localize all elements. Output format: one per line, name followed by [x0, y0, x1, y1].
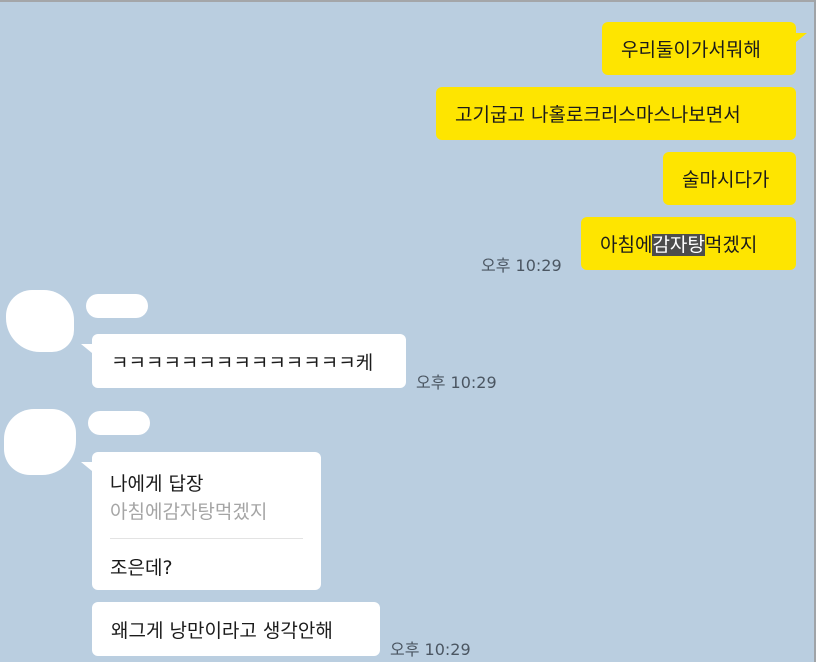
sender-name-redacted	[88, 411, 150, 435]
bubble-tail	[81, 344, 92, 353]
message-timestamp: 오후 10:29	[390, 640, 471, 659]
message-text: 술마시다가	[682, 169, 770, 191]
reply-divider	[110, 538, 303, 539]
bubble-tail	[81, 462, 92, 471]
message-text: ㅋㅋㅋㅋㅋㅋㅋㅋㅋㅋㅋㅋㅋㅋ케	[111, 351, 374, 374]
message-text: 조은데?	[110, 557, 173, 579]
received-message-bubble[interactable]: ㅋㅋㅋㅋㅋㅋㅋㅋㅋㅋㅋㅋㅋㅋ케	[92, 334, 406, 388]
message-text: 고기굽고 나홀로크리스마스나보면서	[455, 104, 741, 126]
sent-message-bubble[interactable]: 술마시다가	[663, 152, 796, 205]
reply-header: 나에게 답장	[110, 473, 204, 495]
quoted-message[interactable]: 아침에감자탕먹겠지	[110, 497, 267, 524]
avatar[interactable]	[6, 290, 74, 352]
sender-name-redacted	[86, 294, 148, 318]
bubble-tail	[796, 33, 807, 42]
message-text: 왜그게 낭만이라고 생각안해	[111, 619, 333, 642]
window-top-border	[0, 0, 816, 2]
message-timestamp: 오후 10:29	[416, 373, 497, 392]
sent-message-bubble[interactable]: 우리둘이가서뭐해	[602, 22, 796, 75]
received-message-bubble[interactable]: 왜그게 낭만이라고 생각안해	[92, 602, 380, 656]
message-text: 우리둘이가서뭐해	[621, 39, 761, 61]
message-timestamp: 오후 10:29	[481, 256, 562, 275]
avatar[interactable]	[4, 409, 76, 475]
sent-message-bubble[interactable]: 아침에감자탕먹겠지	[581, 217, 796, 270]
message-text: 아침에감자탕먹겠지	[600, 234, 758, 256]
reply-message-bubble[interactable]: 나에게 답장 아침에감자탕먹겠지 조은데?	[92, 452, 321, 590]
sent-message-bubble[interactable]: 고기굽고 나홀로크리스마스나보면서	[436, 87, 796, 140]
selected-text-highlight: 감자탕	[652, 234, 705, 256]
